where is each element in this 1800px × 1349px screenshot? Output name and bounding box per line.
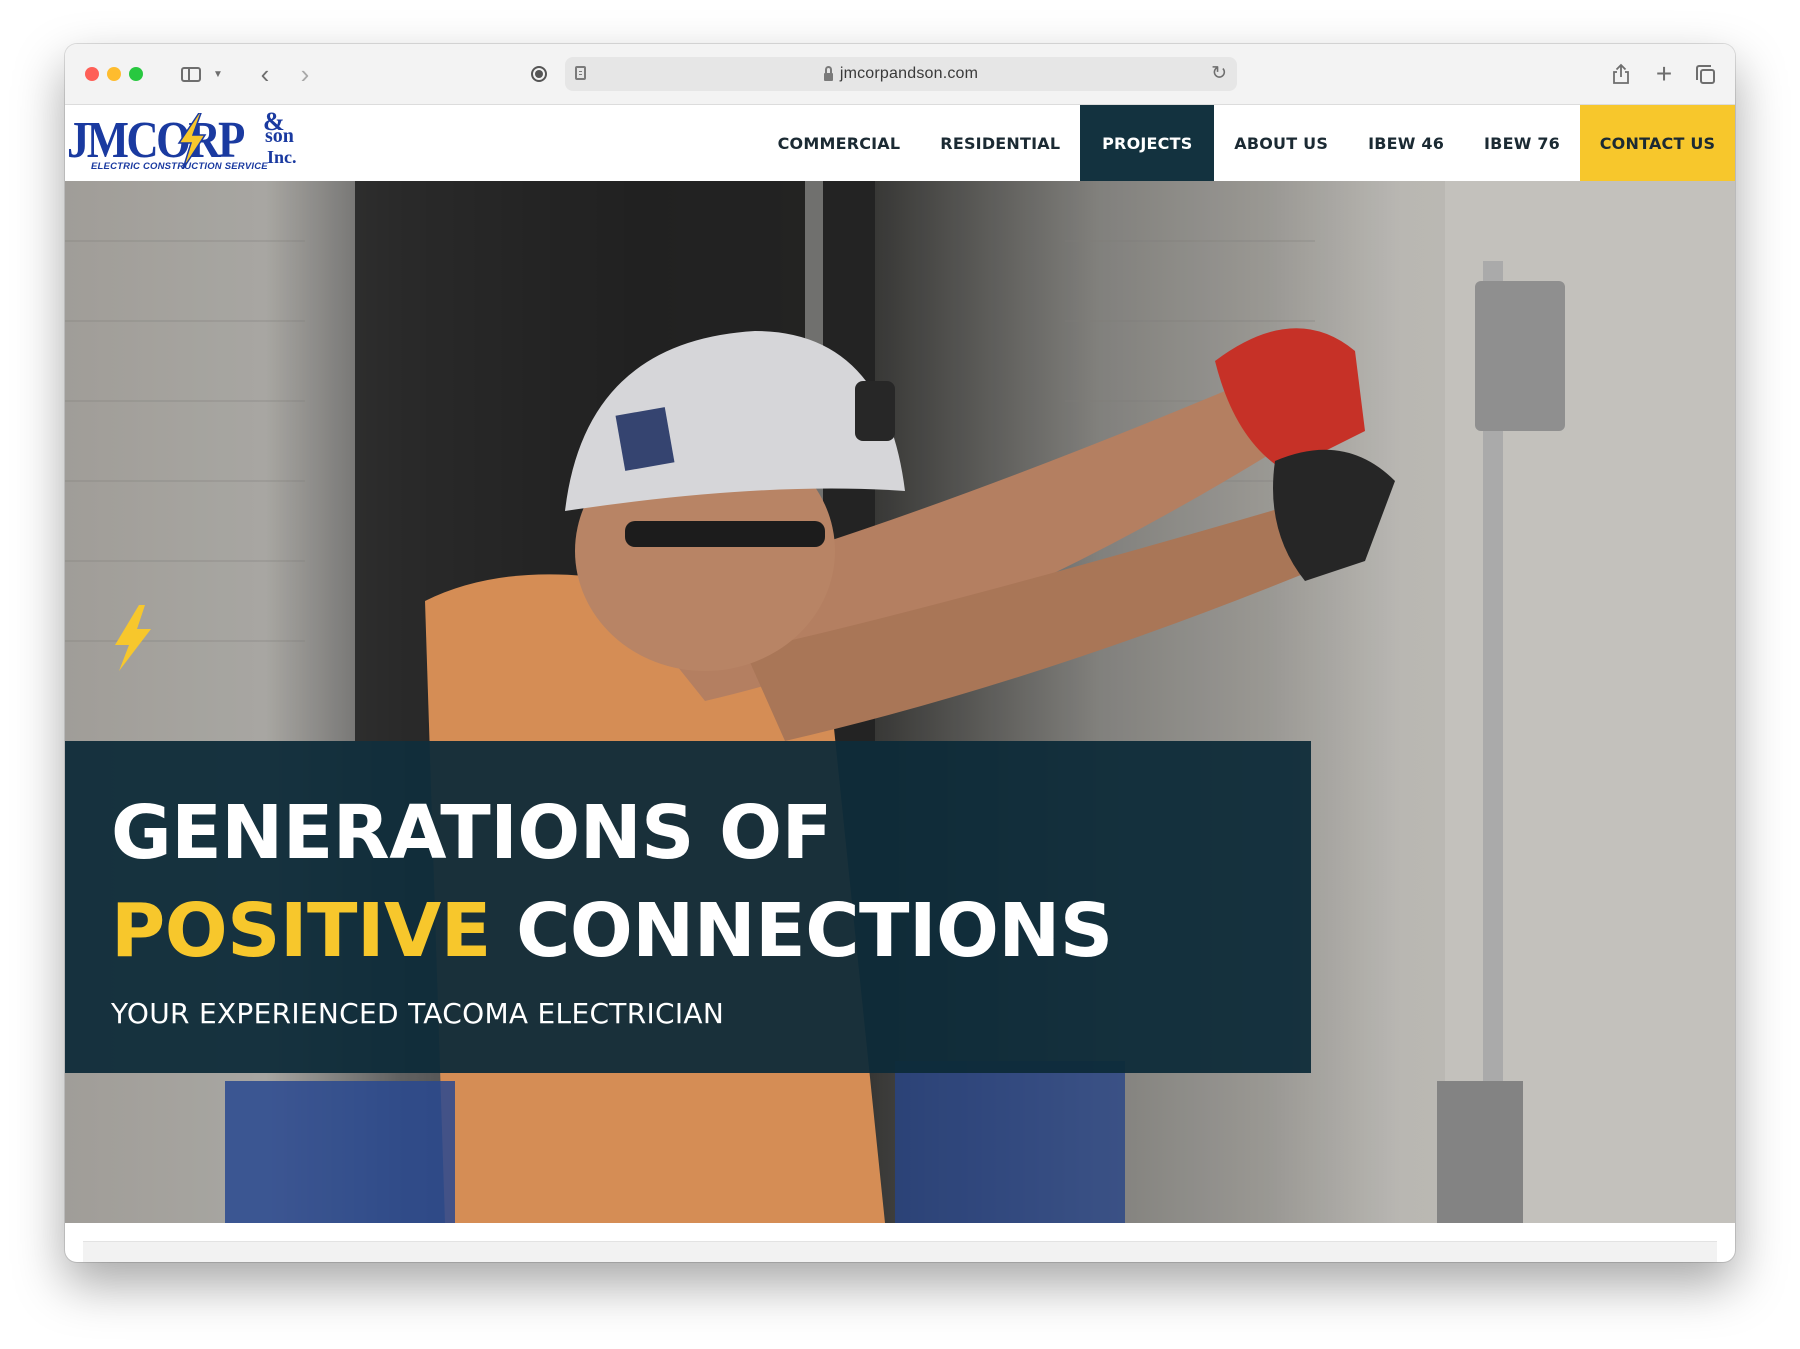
hero-headline-panel: GENERATIONS OF POSITIVE CONNECTIONS YOUR… <box>65 741 1311 1073</box>
lightning-bolt-accent-icon <box>115 605 151 671</box>
share-icon[interactable] <box>1609 60 1633 88</box>
reload-icon[interactable]: ↻ <box>1211 62 1227 85</box>
hero-headline-line1: GENERATIONS OF <box>111 790 832 876</box>
minimize-window-button[interactable] <box>107 67 121 81</box>
logo-tagline: ELECTRIC CONSTRUCTION SERVICE <box>91 161 268 172</box>
address-bar[interactable]: jmcorpandson.com ↻ <box>565 57 1237 91</box>
content-strip <box>83 1241 1717 1262</box>
logo-son: son <box>265 125 294 147</box>
hero-section: GENERATIONS OF POSITIVE CONNECTIONS YOUR… <box>65 181 1735 1223</box>
nav-item-commercial[interactable]: COMMERCIAL <box>758 105 921 181</box>
url-text: jmcorpandson.com <box>839 65 979 82</box>
privacy-report-icon[interactable] <box>525 60 553 88</box>
sidebar-toggle-icon[interactable] <box>177 60 205 88</box>
nav-item-ibew-46[interactable]: IBEW 46 <box>1348 105 1464 181</box>
hero-headline-highlight: POSITIVE <box>111 888 491 974</box>
hero-headline-line2: POSITIVE CONNECTIONS <box>111 891 1113 971</box>
contact-us-button[interactable]: CONTACT US <box>1580 105 1735 181</box>
site-header: JMCORP & son Inc. ELECTRIC CONSTRUCTION … <box>65 105 1735 181</box>
tab-overview-icon[interactable] <box>1693 60 1717 88</box>
zoom-window-button[interactable] <box>129 67 143 81</box>
hero-headline-rest: CONNECTIONS <box>516 888 1113 974</box>
browser-window: ▼ ‹ › jmcorpandson.com ↻ + JMCORP & son … <box>65 44 1735 1262</box>
browser-toolbar: ▼ ‹ › jmcorpandson.com ↻ + <box>65 44 1735 105</box>
back-arrow-icon[interactable]: ‹ <box>251 59 279 89</box>
nav-item-ibew-76[interactable]: IBEW 76 <box>1464 105 1580 181</box>
nav-item-residential[interactable]: RESIDENTIAL <box>920 105 1080 181</box>
close-window-button[interactable] <box>85 67 99 81</box>
nav-item-projects[interactable]: PROJECTS <box>1080 105 1215 181</box>
logo-inc: Inc. <box>267 147 297 167</box>
new-tab-icon[interactable]: + <box>1652 58 1676 89</box>
chevron-down-icon[interactable]: ▼ <box>211 60 225 88</box>
main-nav: COMMERCIAL RESIDENTIAL PROJECTS ABOUT US… <box>758 105 1735 181</box>
hero-subtitle: YOUR EXPERIENCED TACOMA ELECTRICIAN <box>111 997 725 1030</box>
lock-icon <box>823 65 833 81</box>
company-logo[interactable]: JMCORP & son Inc. ELECTRIC CONSTRUCTION … <box>65 109 305 175</box>
forward-arrow-icon[interactable]: › <box>291 59 319 89</box>
nav-item-about-us[interactable]: ABOUT US <box>1214 105 1348 181</box>
